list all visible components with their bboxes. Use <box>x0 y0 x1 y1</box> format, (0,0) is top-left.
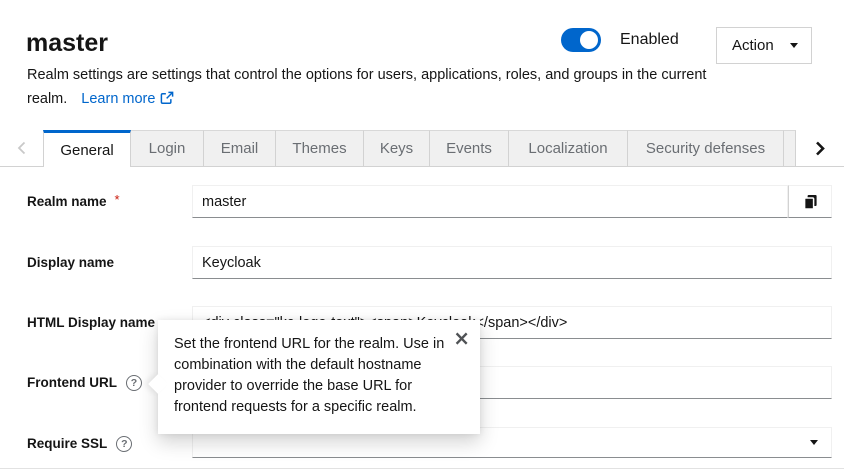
tabs-bar: General Login Email Themes Keys Events L… <box>0 130 844 167</box>
action-dropdown-label: Action <box>732 37 774 54</box>
tabs-scroll-left-button[interactable] <box>0 130 43 167</box>
chevron-left-icon <box>17 141 26 155</box>
bottom-divider <box>0 468 844 469</box>
realm-settings-page: master Enabled Action Realm settings are… <box>0 0 844 472</box>
tooltip-close-button[interactable]: × <box>453 329 470 347</box>
tooltip-text: Set the frontend URL for the realm. Use … <box>174 334 446 418</box>
external-link-icon <box>160 91 174 105</box>
frontend-url-tooltip: Set the frontend URL for the realm. Use … <box>158 320 480 434</box>
tab-themes[interactable]: Themes <box>276 130 364 167</box>
enabled-toggle[interactable] <box>561 28 601 52</box>
tab-email[interactable]: Email <box>204 130 276 167</box>
tab-label: Localization <box>528 140 607 157</box>
display-name-label: Display name <box>27 246 114 279</box>
frontend-url-label: Frontend URL ? <box>27 366 142 399</box>
field-label-text: Frontend URL <box>27 375 117 390</box>
required-asterisk: * <box>115 192 120 207</box>
tab-events[interactable]: Events <box>430 130 509 167</box>
page-title: master <box>26 29 108 58</box>
realm-name-input[interactable] <box>192 185 788 218</box>
tab-login[interactable]: Login <box>131 130 204 167</box>
action-dropdown-button[interactable]: Action <box>716 27 812 64</box>
realm-name-label: Realm name * <box>27 185 120 218</box>
tab-label: Login <box>149 140 186 157</box>
field-label-text: Realm name <box>27 194 107 209</box>
require-ssl-label: Require SSL ? <box>27 427 132 460</box>
field-label-text: HTML Display name <box>27 315 155 330</box>
tooltip-arrow <box>148 374 168 394</box>
field-label-text: Require SSL <box>27 436 107 451</box>
tab-localization[interactable]: Localization <box>509 130 628 167</box>
tab-label: General <box>60 142 113 159</box>
tab-label: Security defenses <box>646 140 765 157</box>
help-icon[interactable]: ? <box>116 436 132 452</box>
display-name-control <box>192 246 832 279</box>
learn-more-link[interactable]: Learn more <box>81 91 174 107</box>
tab-keys[interactable]: Keys <box>364 130 430 167</box>
tab-security-defenses[interactable]: Security defenses <box>628 130 784 167</box>
display-name-input[interactable] <box>192 246 832 279</box>
chevron-right-icon <box>815 141 825 156</box>
tab-partial[interactable] <box>784 130 796 167</box>
copy-icon <box>803 194 818 210</box>
learn-more-label: Learn more <box>81 91 155 107</box>
realm-description: Realm settings are settings that control… <box>27 63 775 111</box>
caret-down-icon <box>790 43 798 48</box>
close-icon: × <box>453 326 470 350</box>
tab-label: Keys <box>380 140 413 157</box>
tab-label: Email <box>221 140 259 157</box>
realm-name-control <box>192 185 832 218</box>
tab-general[interactable]: General <box>43 130 131 167</box>
enabled-toggle-label: Enabled <box>620 31 679 49</box>
field-label-text: Display name <box>27 255 114 270</box>
tab-label: Themes <box>292 140 346 157</box>
toggle-knob <box>580 31 598 49</box>
tab-label: Events <box>446 140 492 157</box>
copy-button[interactable] <box>788 185 832 218</box>
tabs-scroll-right-button[interactable] <box>796 130 844 167</box>
help-icon[interactable]: ? <box>126 375 142 391</box>
caret-down-icon <box>810 440 818 445</box>
html-display-name-label: HTML Display name <box>27 306 155 339</box>
